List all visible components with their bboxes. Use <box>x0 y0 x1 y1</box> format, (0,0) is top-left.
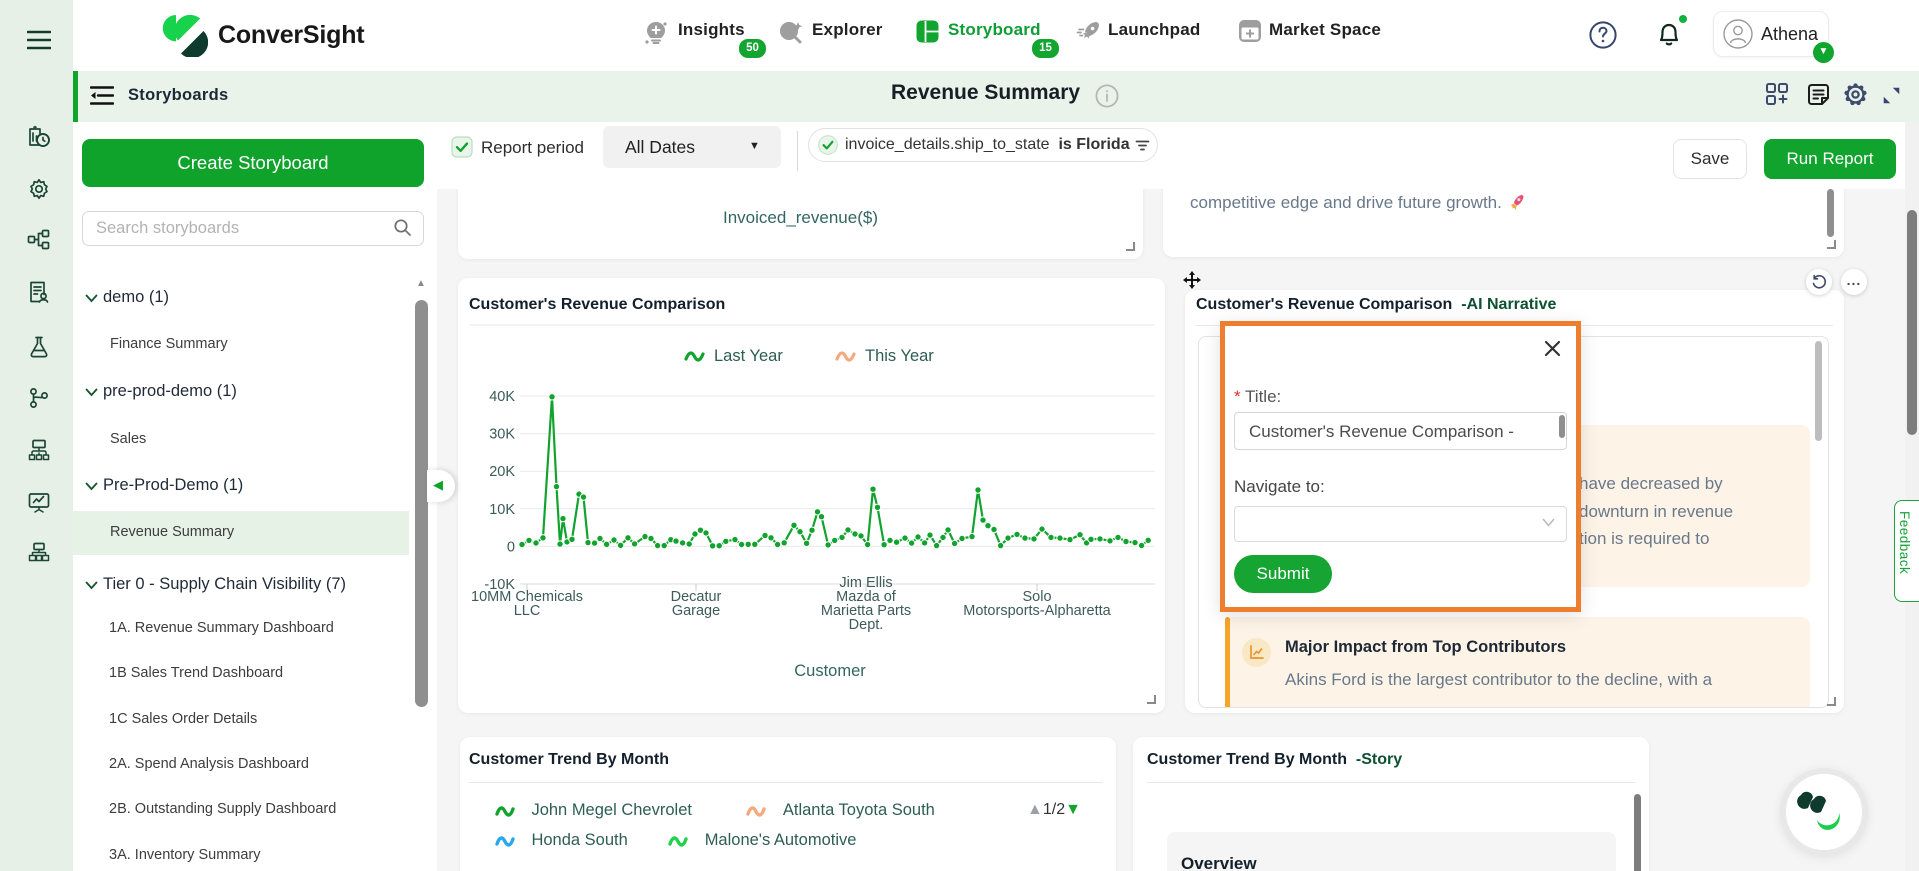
svg-text:30K: 30K <box>489 427 515 443</box>
svg-text:Customer: Customer <box>794 662 866 680</box>
svg-text:Last Year: Last Year <box>714 347 783 365</box>
svg-text:Dept.: Dept. <box>849 617 884 633</box>
svg-text:10K: 10K <box>489 502 515 518</box>
svg-text:20K: 20K <box>489 464 515 480</box>
svg-text:This Year: This Year <box>865 347 934 365</box>
svg-text:0: 0 <box>507 539 515 555</box>
svg-text:Customer's Revenue Comparison: Customer's Revenue Comparison <box>469 296 725 313</box>
svg-text:Garage: Garage <box>672 603 720 619</box>
svg-text:40K: 40K <box>489 389 515 405</box>
svg-text:Motorsports-Alpharetta: Motorsports-Alpharetta <box>963 603 1111 619</box>
svg-text:LLC: LLC <box>514 603 541 619</box>
